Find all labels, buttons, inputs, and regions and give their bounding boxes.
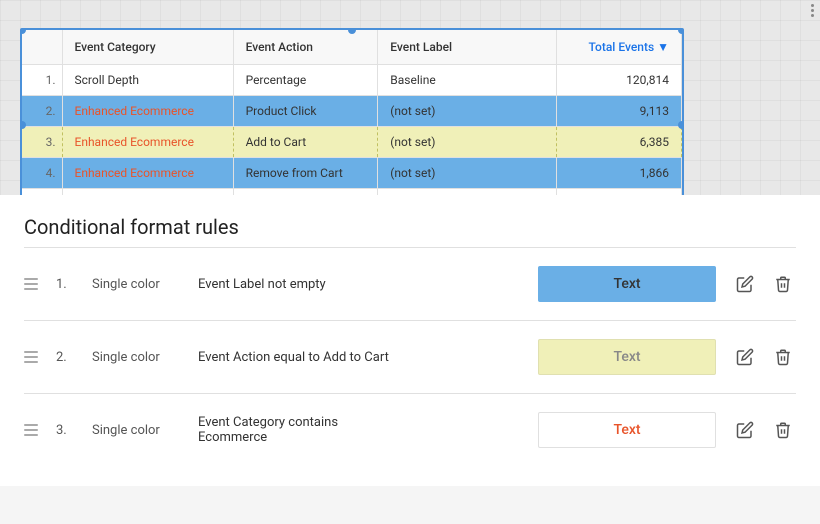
cell-label: (not set) [378,158,557,189]
cell-action: Remove from Cart [233,158,378,189]
row-num: 4. [22,158,62,189]
edit-rule-2-button[interactable] [732,344,758,370]
cell-label: (not set) [378,127,557,158]
col-header-num [22,30,62,65]
resize-handle-tr[interactable] [678,28,684,34]
rule-preview-2: Text [538,339,716,375]
cell-action: Percentage [233,65,378,96]
table-row: 1. Scroll Depth Percentage Baseline 120,… [22,65,682,96]
drag-handle-2[interactable] [24,351,40,363]
data-table: Event Category Event Action Event Label … [22,30,682,195]
rule-condition-3: Event Category contains Ecommerce [198,415,522,445]
rule-row-2: 2. Single color Event Action equal to Ad… [24,321,796,394]
row-num: 2. [22,96,62,127]
col-header-event-action: Event Action [233,30,378,65]
rule-actions-2 [732,344,796,370]
cell-action: Add to Cart [233,127,378,158]
rule-type-1: Single color [92,277,182,292]
delete-rule-1-button[interactable] [770,271,796,297]
rule-type-2: Single color [92,350,182,365]
cell-label: Added Text... Up... Bla... [378,189,557,196]
edit-rule-3-button[interactable] [732,417,758,443]
edit-rule-1-button[interactable] [732,271,758,297]
conditional-format-panel: Conditional format rules 1. Single color… [0,195,820,486]
rule-condition-2: Event Action equal to Add to Cart [198,350,522,365]
rule-type-3: Single color [92,423,182,438]
panel-title: Conditional format rules [24,215,796,239]
cell-label: (not set) [378,96,557,127]
cell-category: Enhanced Ecommerce [62,96,233,127]
cell-total: 1,866 [557,158,682,189]
rule-number-3: 3. [56,423,76,438]
col-header-total-events[interactable]: Total Events ▼ [557,30,682,65]
resize-handle-rm[interactable] [678,121,684,129]
row-num: 5. [22,189,62,196]
row-num: 3. [22,127,62,158]
cell-total: 6,385 [557,127,682,158]
rule-row-1: 1. Single color Event Label not empty Te… [24,248,796,321]
cell-category: Enhanced Ecommerce [62,189,233,196]
drag-handle-1[interactable] [24,278,40,290]
col-header-event-label: Event Label [378,30,557,65]
rule-number-2: 2. [56,350,76,365]
rule-condition-1: Event Label not empty [198,277,522,292]
col-header-event-category: Event Category [62,30,233,65]
delete-rule-2-button[interactable] [770,344,796,370]
table-options-icon[interactable] [811,4,814,17]
rule-preview-1: Text [538,266,716,302]
rule-actions-3 [732,417,796,443]
cell-label: Baseline [378,65,557,96]
cell-category: Enhanced Ecommerce [62,158,233,189]
rule-row-3: 3. Single color Event Category contains … [24,394,796,466]
drag-handle-3[interactable] [24,424,40,436]
table-row: 4. Enhanced Ecommerce Remove from Cart (… [22,158,682,189]
table-preview-section: Event Category Event Action Event Label … [0,0,820,195]
cell-action: Product Click [233,96,378,127]
data-table-wrapper: Event Category Event Action Event Label … [20,28,684,195]
delete-rule-3-button[interactable] [770,417,796,443]
rule-number-1: 1. [56,277,76,292]
row-num: 1. [22,65,62,96]
cell-total: 9,113 [557,96,682,127]
table-row: 5. Enhanced Ecommerce Quick Click... Add… [22,189,682,196]
table-row: 2. Enhanced Ecommerce Product Click (not… [22,96,682,127]
cell-total: 1,200 [557,189,682,196]
cell-total: 120,814 [557,65,682,96]
rule-preview-3: Text [538,412,716,448]
table-row: 3. Enhanced Ecommerce Add to Cart (not s… [22,127,682,158]
cell-action: Quick Click... [233,189,378,196]
cell-category: Scroll Depth [62,65,233,96]
cell-category: Enhanced Ecommerce [62,127,233,158]
rule-actions-1 [732,271,796,297]
